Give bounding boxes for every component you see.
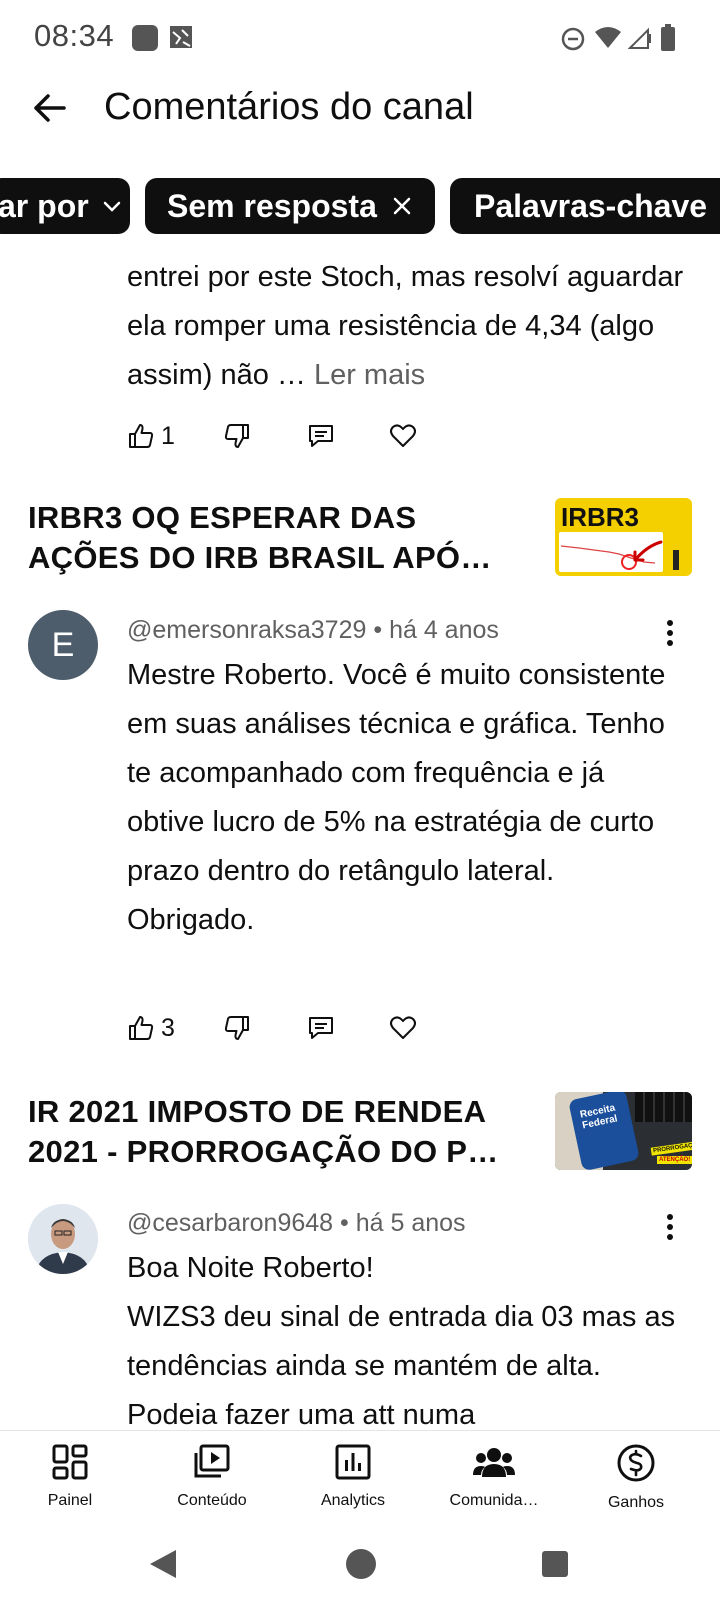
nav-ganhos[interactable]: Ganhos — [566, 1443, 706, 1512]
nav-analytics[interactable]: Analytics — [283, 1443, 423, 1510]
nav-label: Conteúdo — [177, 1492, 247, 1509]
dislike-button[interactable] — [223, 418, 251, 454]
wifi-icon — [595, 27, 621, 48]
comment-actions: 3 — [127, 1010, 447, 1046]
bottom-navigation: Painel Conteúdo Analytics Comunida… Ganh… — [0, 1430, 720, 1521]
reply-button[interactable] — [307, 418, 335, 454]
gallery-notification-icon — [170, 26, 192, 48]
comment-meta: @emersonraksa3729 • há 4 anos — [127, 616, 499, 645]
like-count: 3 — [161, 1013, 175, 1042]
meta-separator: • — [366, 616, 390, 644]
system-navigation-bar — [0, 1520, 720, 1600]
arrow-icon — [633, 540, 663, 562]
like-button[interactable]: 3 — [127, 1010, 175, 1046]
content-icon — [194, 1444, 230, 1478]
like-count: 1 — [161, 421, 175, 450]
comment-text: entrei por este Stoch, mas resolví aguar… — [127, 253, 687, 400]
user-photo-icon — [28, 1204, 98, 1274]
nav-label: Ganhos — [607, 1494, 665, 1511]
unanswered-chip[interactable]: Sem resposta — [145, 178, 435, 234]
battery-icon — [661, 24, 675, 51]
comment-text: Boa Noite Roberto! WIZS3 deu sinal de en… — [127, 1252, 676, 1431]
system-home-icon[interactable] — [345, 1548, 377, 1580]
thumbs-up-icon — [129, 424, 154, 448]
heart-icon — [390, 424, 416, 447]
comment-meta: @cesarbaron9648 • há 5 anos — [127, 1209, 466, 1238]
video-title[interactable]: IR 2021 IMPOSTO DE RENDEA 2021 - PRORROG… — [28, 1092, 528, 1172]
thumbs-down-icon — [224, 1016, 249, 1040]
page-title: Comentários do canal — [104, 86, 474, 128]
system-recents-icon[interactable] — [541, 1550, 569, 1578]
unanswered-chip-label: Sem resposta — [167, 187, 377, 224]
notification-icon — [132, 25, 158, 51]
close-icon[interactable] — [391, 195, 413, 217]
reply-button[interactable] — [307, 1010, 335, 1046]
video-thumbnail[interactable]: IRBR3 — [555, 498, 692, 576]
status-time: 08:34 — [34, 18, 115, 53]
system-back-icon[interactable] — [148, 1548, 178, 1580]
avatar[interactable] — [28, 1204, 98, 1274]
heart-button[interactable] — [389, 418, 417, 454]
nav-conteudo[interactable]: Conteúdo — [142, 1443, 282, 1510]
comment-author[interactable]: @cesarbaron9648 — [127, 1209, 333, 1237]
heart-icon — [390, 1016, 416, 1039]
reply-icon — [309, 425, 333, 447]
chevron-down-icon — [103, 201, 120, 212]
keywords-chip[interactable]: Palavras-chave — [450, 178, 720, 234]
thumbs-up-icon — [129, 1016, 154, 1040]
thumbnail-title: IRBR3 — [561, 502, 640, 532]
video-title[interactable]: IRBR3 OQ ESPERAR DAS AÇÕES DO IRB BRASIL… — [28, 498, 528, 578]
video-thumbnail[interactable]: Receita Federal PRORROGAÇÃO ATENÇÃO! — [555, 1092, 692, 1170]
avatar-letter: E — [51, 625, 75, 664]
nav-comunidade[interactable]: Comunida… — [424, 1443, 564, 1510]
community-icon — [473, 1448, 515, 1477]
nav-painel[interactable]: Painel — [0, 1443, 140, 1510]
like-button[interactable]: 1 — [127, 418, 175, 454]
more-options-button[interactable] — [665, 1214, 675, 1244]
comment-author[interactable]: @emersonraksa3729 — [127, 616, 366, 644]
comment-text: Mestre Roberto. Você é muito consistente… — [127, 659, 666, 936]
earnings-icon — [617, 1444, 655, 1482]
analytics-icon — [335, 1444, 371, 1480]
cell-signal-icon — [628, 27, 651, 49]
reply-icon — [309, 1017, 333, 1039]
sort-chip-label: ar por — [0, 187, 89, 224]
nav-label: Analytics — [320, 1492, 386, 1509]
nav-label: Painel — [47, 1492, 93, 1509]
dashboard-icon — [52, 1444, 88, 1480]
dislike-button[interactable] — [223, 1010, 251, 1046]
thumbs-down-icon — [224, 424, 249, 448]
do-not-disturb-icon — [561, 27, 585, 51]
comment-time: há 4 anos — [389, 616, 499, 644]
comment-actions: 1 — [127, 418, 447, 454]
thumbnail-badge: ATENÇÃO! — [657, 1156, 692, 1164]
avatar[interactable]: E — [28, 610, 98, 680]
heart-button[interactable] — [389, 1010, 417, 1046]
thumbnail-badge: PRORROGAÇÃO — [650, 1140, 692, 1156]
back-arrow-icon[interactable] — [30, 88, 70, 128]
more-options-button[interactable] — [665, 620, 675, 650]
nav-label: Comunida… — [449, 1492, 539, 1509]
meta-separator: • — [333, 1209, 356, 1237]
sort-chip[interactable]: ar por — [0, 178, 130, 234]
read-more-link[interactable]: Ler mais — [314, 359, 425, 391]
comment-time: há 5 anos — [355, 1209, 466, 1237]
keywords-chip-label: Palavras-chave — [474, 187, 708, 224]
